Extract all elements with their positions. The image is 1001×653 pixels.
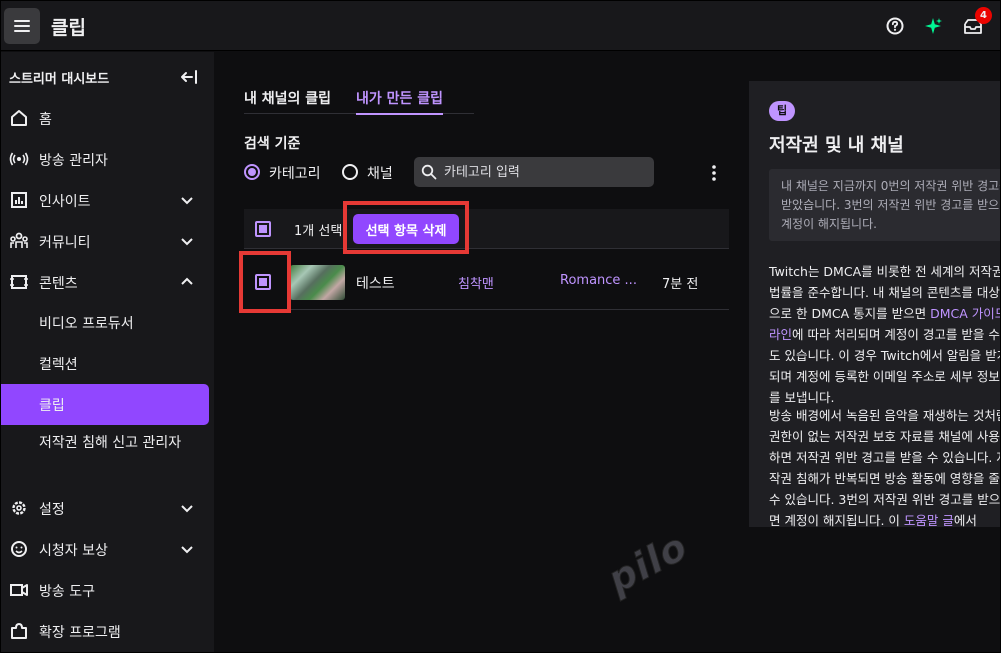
chevron-down-icon bbox=[181, 546, 193, 554]
category-search-input[interactable] bbox=[444, 161, 644, 183]
sidebar-item-label: 인사이트 bbox=[39, 194, 91, 210]
chevron-up-icon bbox=[181, 277, 193, 285]
panel-title: 저작권 및 내 채널 bbox=[769, 135, 904, 156]
sidebar-item-settings[interactable]: 설정 bbox=[1, 487, 214, 528]
sidebar-item-label: 시청자 보상 bbox=[39, 543, 108, 559]
help-icon[interactable] bbox=[884, 15, 906, 37]
clip-thumbnail[interactable] bbox=[290, 265, 345, 300]
search-box bbox=[414, 157, 654, 187]
chevron-down-icon bbox=[181, 505, 193, 513]
sidebar-item-label: 방송 관리자 bbox=[39, 153, 108, 169]
chart-icon bbox=[11, 192, 27, 208]
help-article-link[interactable]: 도움말 글 bbox=[904, 513, 954, 527]
puzzle-icon bbox=[11, 623, 27, 639]
paragraph-text: 방송 배경에서 녹음된 음악을 재생하는 것처럼 권한이 없는 저작권 보호 자… bbox=[769, 408, 1001, 527]
broadcast-icon bbox=[9, 152, 29, 166]
radio-category-label: 카테고리 bbox=[269, 166, 321, 182]
clip-time: 7분 전 bbox=[662, 277, 699, 292]
content-icon bbox=[10, 275, 28, 289]
home-icon bbox=[11, 110, 27, 126]
sidebar-item-viewer-rewards[interactable]: 시청자 보상 bbox=[1, 528, 214, 569]
more-options-icon[interactable] bbox=[706, 163, 722, 183]
page-title: 클립 bbox=[51, 17, 86, 39]
clip-tabs: 내 채널의 클립 내가 만든 클립 bbox=[244, 86, 474, 115]
gear-icon bbox=[12, 501, 26, 515]
radio-category[interactable] bbox=[244, 164, 260, 180]
sidebar-item-home[interactable]: 홈 bbox=[1, 97, 214, 138]
sidebar-item-label: 방송 도구 bbox=[39, 584, 95, 600]
strike-info-box: 내 채널은 지금까지 0번의 저작권 위반 경고를 받았습니다. 3번의 저작권… bbox=[769, 169, 1001, 241]
highlight-box-checkbox bbox=[239, 251, 291, 313]
selected-count: 1개 선택 bbox=[294, 224, 343, 239]
tab-my-clips[interactable]: 내가 만든 클립 bbox=[356, 88, 444, 115]
sidebar-item-insights[interactable]: 인사이트 bbox=[1, 179, 214, 220]
paragraph-text: 에 따라 처리되며 계정이 경고를 받을 수도 있습니다. 이 경우 Twitc… bbox=[769, 327, 1001, 405]
sidebar-item-stream-tools[interactable]: 방송 도구 bbox=[1, 569, 214, 610]
menu-icon[interactable] bbox=[4, 8, 40, 44]
collapse-sidebar-icon[interactable] bbox=[179, 68, 199, 86]
watermark-text: pilo bbox=[600, 524, 695, 603]
community-icon bbox=[10, 232, 28, 248]
select-all-checkbox[interactable] bbox=[255, 221, 271, 237]
sidebar: 스트리머 대시보드 홈 방송 관리자 인사이트 커뮤니티 콘텐츠 비디오 프로듀… bbox=[1, 52, 214, 652]
sidebar-item-collections[interactable]: 컬렉션 bbox=[1, 343, 209, 384]
clip-creator[interactable]: 침착맨 bbox=[458, 273, 494, 292]
sidebar-item-content[interactable]: 콘텐츠 bbox=[1, 261, 214, 302]
notification-badge: 4 bbox=[975, 7, 992, 24]
chevron-down-icon bbox=[181, 238, 193, 246]
sidebar-item-label: 설정 bbox=[39, 502, 65, 518]
panel-paragraph-2: 방송 배경에서 녹음된 음악을 재생하는 것처럼 권한이 없는 저작권 보호 자… bbox=[769, 405, 1001, 527]
tab-channel-clips[interactable]: 내 채널의 클립 bbox=[244, 88, 331, 113]
tip-badge: 팁 bbox=[769, 101, 796, 121]
clip-row[interactable]: 테스트 침착맨 Romance ... 7분 전 bbox=[244, 254, 729, 310]
sidebar-item-label: 컬렉션 bbox=[39, 357, 78, 373]
radio-channel-label: 채널 bbox=[367, 166, 393, 182]
clip-game[interactable]: Romance ... bbox=[560, 273, 638, 288]
app-window: 클립 4 스트리머 대시보드 홈 방송 관리자 인사이트 커뮤니티 콘텐츠 비디… bbox=[0, 0, 1001, 653]
panel-paragraph-1: Twitch는 DMCA를 비롯한 전 세계의 저작권 법률을 준수합니다. 내… bbox=[769, 261, 1001, 408]
sidebar-item-copyright-claims[interactable]: 저작권 침해 신고 관리자 bbox=[1, 428, 209, 480]
camera-icon bbox=[10, 584, 28, 596]
sidebar-item-stream-manager[interactable]: 방송 관리자 bbox=[1, 138, 214, 179]
strike-info-text: 내 채널은 지금까지 0번의 저작권 위반 경고를 받았습니다. 3번의 저작권… bbox=[781, 179, 1001, 231]
sidebar-item-video-producer[interactable]: 비디오 프로듀서 bbox=[1, 302, 209, 343]
smiley-icon bbox=[11, 541, 27, 557]
sidebar-item-label: 홈 bbox=[39, 112, 52, 128]
clip-title[interactable]: 테스트 bbox=[356, 273, 395, 293]
sidebar-item-label: 확장 프로그램 bbox=[39, 625, 121, 641]
highlight-box-delete bbox=[343, 201, 469, 254]
sidebar-item-label: 클립 bbox=[39, 398, 65, 414]
tip-panel: 팁 저작권 및 내 채널 내 채널은 지금까지 0번의 저작권 위반 경고를 받… bbox=[749, 81, 1001, 527]
sidebar-header: 스트리머 대시보드 bbox=[9, 72, 110, 87]
search-icon bbox=[421, 164, 437, 180]
search-by-label: 검색 기준 bbox=[244, 136, 301, 152]
sidebar-item-label: 저작권 침해 신고 관리자 bbox=[39, 435, 182, 451]
paragraph-text: 에서 bbox=[953, 513, 977, 527]
sidebar-item-extensions[interactable]: 확장 프로그램 bbox=[1, 610, 214, 651]
selection-bar: 1개 선택 선택 항목 삭제 bbox=[244, 209, 729, 249]
sidebar-item-clips[interactable]: 클립 bbox=[1, 384, 209, 425]
chevron-down-icon bbox=[181, 197, 193, 205]
sidebar-item-label: 비디오 프로듀서 bbox=[39, 316, 134, 332]
radio-channel[interactable] bbox=[342, 164, 358, 180]
sidebar-item-community[interactable]: 커뮤니티 bbox=[1, 220, 214, 261]
top-bar: 클립 4 bbox=[1, 1, 1000, 51]
sidebar-item-label: 커뮤니티 bbox=[39, 235, 91, 251]
sparkle-icon[interactable] bbox=[922, 15, 944, 37]
sidebar-item-label: 콘텐츠 bbox=[39, 276, 78, 292]
